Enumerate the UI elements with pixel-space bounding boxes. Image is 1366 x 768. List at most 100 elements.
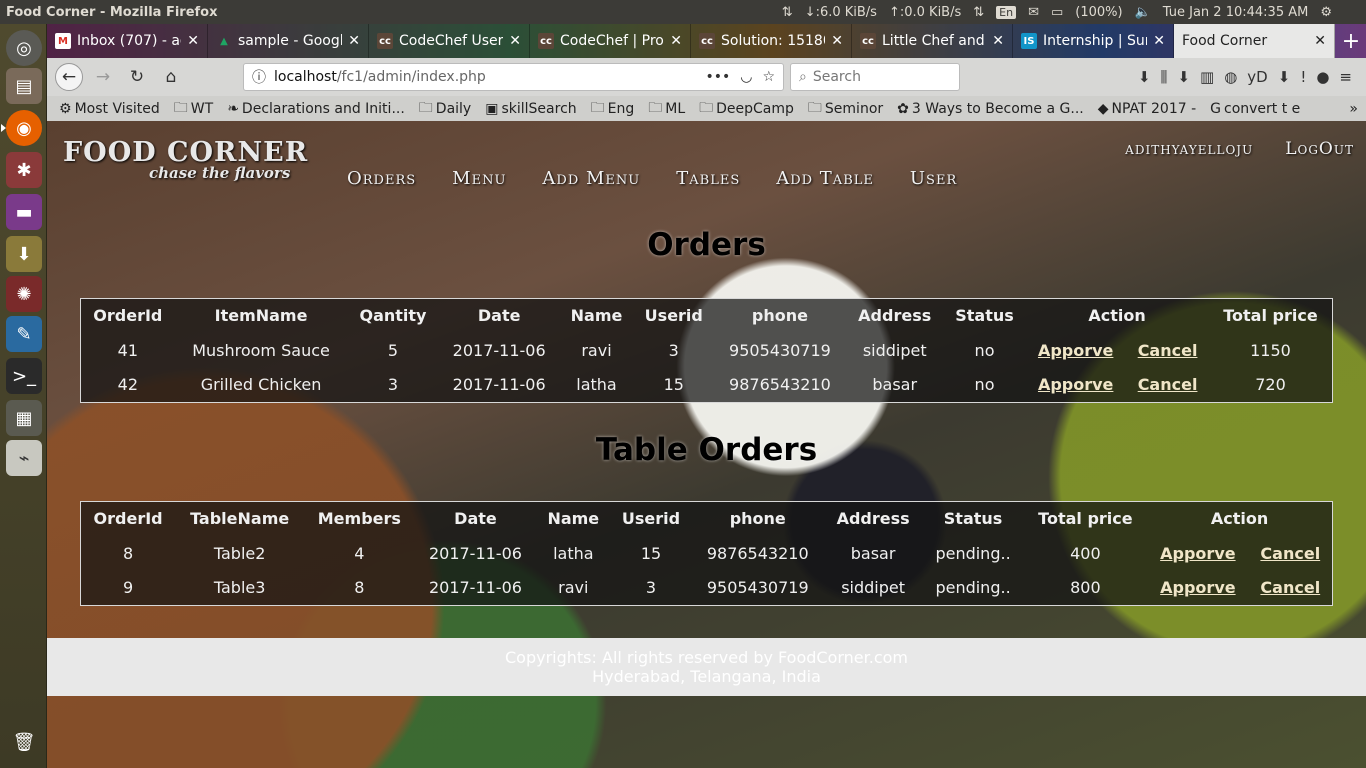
clock[interactable]: Tue Jan 2 10:44:35 AM <box>1163 5 1309 20</box>
editor-icon[interactable]: ✎ <box>6 316 42 352</box>
table-name: Table2 <box>213 543 266 563</box>
extension-film-icon[interactable]: ◍ <box>1224 68 1237 86</box>
back-button[interactable]: ← <box>55 63 83 91</box>
mail-icon[interactable]: ✉ <box>1028 5 1039 20</box>
bookmark-folder[interactable]: 🗀 WT <box>174 97 213 121</box>
usb-drive-icon[interactable]: ⌁ <box>6 440 42 476</box>
nav-tables[interactable]: Tables <box>676 168 740 189</box>
info-icon[interactable]: ⓘ <box>252 67 266 87</box>
column-header: Status <box>943 509 1003 529</box>
new-tab-button[interactable]: + <box>1336 24 1366 58</box>
close-icon[interactable]: ✕ <box>831 33 843 49</box>
site-logo[interactable]: FOOD CORNER chase the flavors <box>63 137 308 182</box>
extension-dots-icon[interactable]: ● <box>1316 68 1329 86</box>
quantity: 3 <box>387 375 399 395</box>
library-icon[interactable]: ⫼ <box>1161 68 1168 86</box>
bookmark-item[interactable]: ⚙ Most Visited <box>59 101 160 117</box>
gmail-icon: M <box>55 33 71 49</box>
terminal-icon[interactable]: >_ <box>6 358 42 394</box>
network-icon[interactable]: ⇅ <box>973 5 984 20</box>
approve-link[interactable]: Apporve <box>1038 341 1113 360</box>
video-downloader-icon[interactable]: ⬇ <box>1278 68 1291 86</box>
tab-active[interactable]: Food Corner ✕ <box>1174 24 1335 58</box>
phone: 9876543210 <box>706 543 809 563</box>
cancel-link[interactable]: Cancel <box>1260 544 1320 563</box>
nav-add-table[interactable]: Add Table <box>776 168 874 189</box>
files-icon[interactable]: ▤ <box>6 68 42 104</box>
close-icon[interactable]: ✕ <box>670 33 682 49</box>
forward-button[interactable]: → <box>89 63 117 91</box>
network-tool-icon[interactable]: ✺ <box>6 276 42 312</box>
bookmark-folder[interactable]: 🗀 DeepCamp <box>699 97 794 121</box>
downloads-icon[interactable]: ⬇ <box>1138 68 1151 86</box>
home-button[interactable]: ⌂ <box>157 63 185 91</box>
codechef-icon: cc <box>699 33 715 49</box>
battery-icon[interactable]: ▭ <box>1051 5 1063 20</box>
approve-link[interactable]: Apporve <box>1160 578 1235 597</box>
reload-button[interactable]: ↻ <box>123 63 151 91</box>
close-icon[interactable]: ✕ <box>509 33 521 49</box>
url-text[interactable]: localhost/fc1/admin/index.php <box>274 69 705 85</box>
tab[interactable]: M Inbox (707) - ad ✕ <box>47 24 208 58</box>
tab[interactable]: ▲ sample - Googl ✕ <box>208 24 369 58</box>
installer-icon[interactable]: ⬇ <box>6 236 42 272</box>
pocket-icon[interactable]: ◡ <box>740 69 752 85</box>
close-icon[interactable]: ✕ <box>187 33 199 49</box>
tab[interactable]: cc Little Chef and ✕ <box>852 24 1013 58</box>
workspaces-icon[interactable]: ▦ <box>6 400 42 436</box>
username-link[interactable]: adithyayelloju <box>1125 139 1253 159</box>
bookmark-item[interactable]: ✿ 3 Ways to Become a G... <box>897 101 1084 117</box>
approve-link[interactable]: Apporve <box>1160 544 1235 563</box>
keyboard-layout[interactable]: En <box>996 5 1017 19</box>
nav-orders[interactable]: Orders <box>347 168 416 189</box>
logout-link[interactable]: LogOut <box>1285 139 1354 159</box>
tab[interactable]: cc CodeChef User ✕ <box>369 24 530 58</box>
orders-title: Orders <box>647 227 766 263</box>
extension-download-icon[interactable]: ⬇ <box>1177 68 1190 86</box>
bookmarks-overflow-icon[interactable]: » <box>1349 101 1366 117</box>
search-input[interactable]: ⌕ Search <box>790 63 960 91</box>
members: 4 <box>354 543 365 563</box>
bookmark-item[interactable]: Gconvert t e <box>1210 101 1300 117</box>
nav-user[interactable]: User <box>910 168 957 189</box>
nav-add-menu[interactable]: Add Menu <box>542 168 640 189</box>
net-speed-icon[interactable]: ⇅ <box>782 5 793 20</box>
bookmark-item[interactable]: ❧ Declarations and Initi... <box>227 101 405 117</box>
bookmark-folder[interactable]: 🗀 Daily <box>419 97 471 121</box>
cancel-link[interactable]: Cancel <box>1138 341 1198 360</box>
tab[interactable]: cc CodeChef | Pro ✕ <box>530 24 691 58</box>
table-orders-table: OrderId TableName Members Date Name User… <box>80 501 1333 606</box>
address: basar <box>850 543 896 563</box>
nav-menu[interactable]: Menu <box>452 168 506 189</box>
close-icon[interactable]: ✕ <box>992 33 1004 49</box>
settings-icon[interactable]: ✱ <box>6 152 42 188</box>
trash-icon[interactable]: 🗑 <box>6 724 42 760</box>
bookmark-folder[interactable]: 🗀 ML <box>648 97 685 121</box>
close-icon[interactable]: ✕ <box>1314 33 1326 49</box>
page-actions-icon[interactable]: ••• <box>705 69 730 85</box>
bookmark-star-icon[interactable]: ☆ <box>762 69 775 85</box>
sidebar-icon[interactable]: ▥ <box>1200 68 1214 86</box>
close-icon[interactable]: ✕ <box>1153 33 1165 49</box>
approve-link[interactable]: Apporve <box>1038 375 1113 394</box>
bookmark-item[interactable]: ◆ NPAT 2017 - <box>1098 101 1196 117</box>
firefox-icon[interactable]: ◉ <box>1 110 42 146</box>
menu-icon[interactable]: ≡ <box>1339 68 1352 86</box>
cancel-link[interactable]: Cancel <box>1138 375 1198 394</box>
bookmark-label: Most Visited <box>74 100 160 117</box>
yandex-dictionary-icon[interactable]: yD <box>1247 68 1267 86</box>
cancel-link[interactable]: Cancel <box>1260 578 1320 597</box>
url-bar[interactable]: ⓘ localhost/fc1/admin/index.php ••• ◡ ☆ <box>243 63 784 91</box>
window-app-icon[interactable]: ▬ <box>6 194 42 230</box>
bookmark-folder[interactable]: 🗀 Eng <box>591 97 635 121</box>
bookmark-folder[interactable]: 🗀 Seminor <box>808 97 883 121</box>
bookmark-item[interactable]: ▣ skillSearch <box>485 101 576 117</box>
volume-icon[interactable]: 🔈 <box>1135 5 1151 20</box>
tab[interactable]: cc Solution: 15180 ✕ <box>691 24 852 58</box>
tab[interactable]: IS Internship | Sum ✕ <box>1013 24 1174 58</box>
table-row: 41 Mushroom Sauce 5 2017-11-06 ravi 3 95… <box>81 333 1333 368</box>
dash-icon[interactable]: ◎ <box>6 30 42 66</box>
alert-extension-icon[interactable]: ! <box>1300 68 1306 86</box>
close-icon[interactable]: ✕ <box>348 33 360 49</box>
power-icon[interactable]: ⚙ <box>1320 5 1332 20</box>
